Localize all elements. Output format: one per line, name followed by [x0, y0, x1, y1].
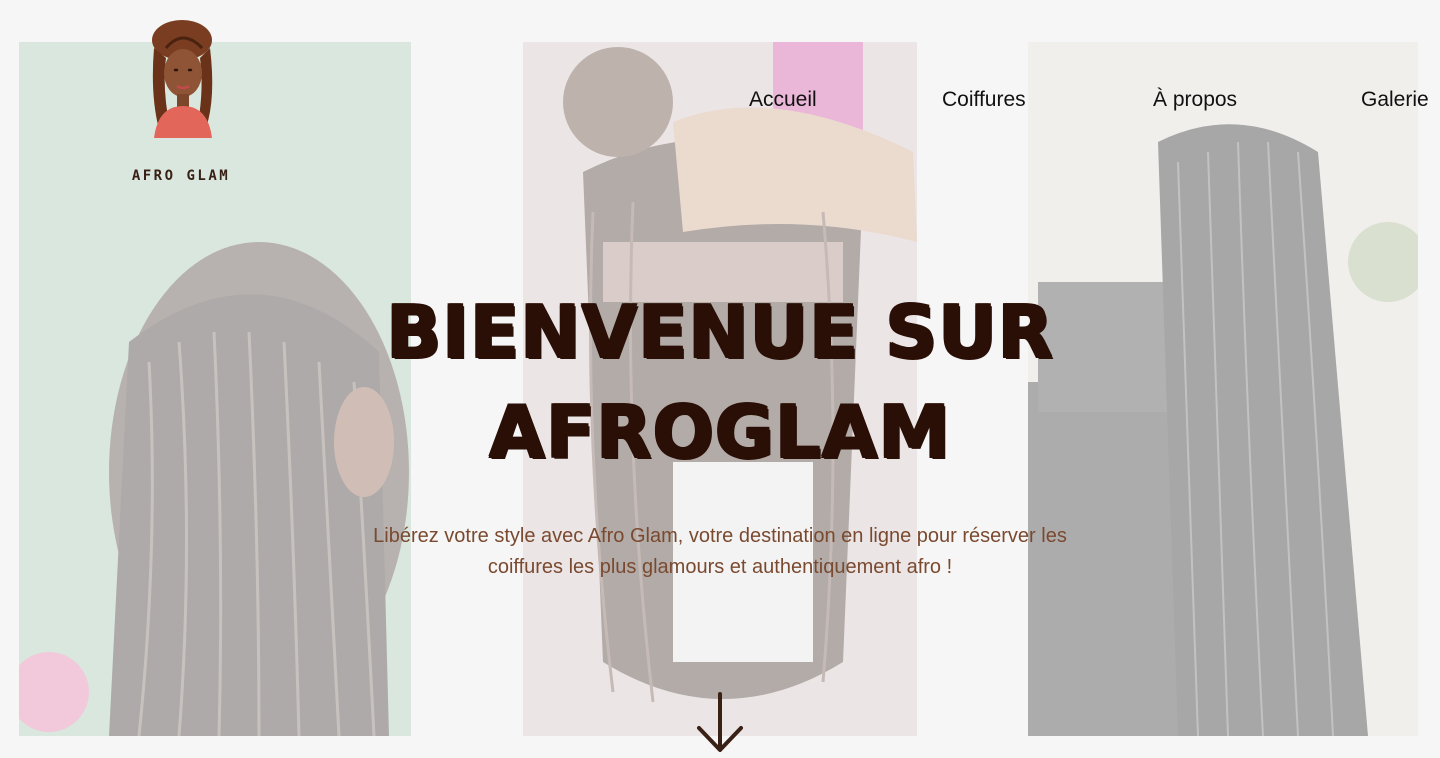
main-nav: Accueil Coiffures À propos Galerie — [0, 88, 1440, 118]
hero-subtitle-line-1: Libérez votre style avec Afro Glam, votr… — [373, 525, 1067, 547]
nav-item-galerie[interactable]: Galerie — [1361, 88, 1429, 112]
nav-item-coiffures[interactable]: Coiffures — [942, 88, 1026, 112]
hero-subtitle-line-2: coiffures les plus glamours et authentiq… — [487, 556, 953, 578]
logo-text: AFRO GLAM — [131, 168, 231, 184]
hero-subtitle: Libérez votre style avec Afro Glam, votr… — [340, 521, 1100, 583]
hero-title-line-1: BIENVENUE SUR — [386, 290, 1054, 374]
scroll-down-button[interactable] — [695, 690, 745, 758]
hero-title: BIENVENUE SUR AFROGLAM — [320, 282, 1120, 482]
woman-portrait-icon — [152, 20, 213, 138]
arrow-down-icon — [697, 692, 743, 752]
nav-item-a-propos[interactable]: À propos — [1153, 88, 1237, 112]
nav-item-accueil[interactable]: Accueil — [749, 88, 817, 112]
hero-title-line-2: AFROGLAM — [489, 390, 951, 474]
